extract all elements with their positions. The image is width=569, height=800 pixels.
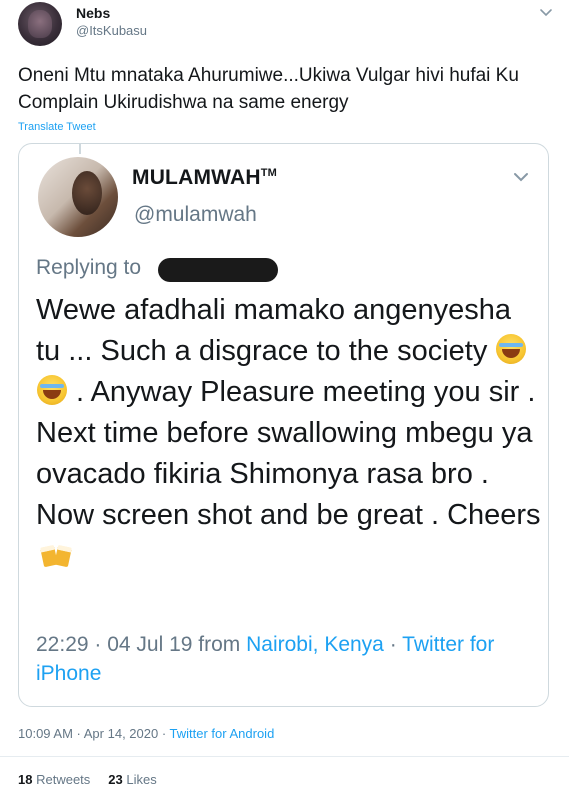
tweet-header: Nebs @ItsKubasu [18,2,558,46]
trademark-mark: TM [260,167,278,179]
quoted-tweet[interactable]: MULAMWAHTM @mulamwah Replying to Wewe af… [18,143,549,707]
tweet-card: Nebs @ItsKubasu Oneni Mtu mnataka Ahurum… [0,0,569,800]
author-name[interactable]: Nebs [76,5,110,21]
quoted-avatar[interactable] [38,157,118,237]
quoted-author-handle[interactable]: @mulamwah [134,203,257,227]
source-link[interactable]: Twitter for Android [170,726,275,741]
likes-label: Likes [126,772,157,787]
clinking-beer-mugs-emoji-icon [38,542,74,568]
likes-count: 23 [108,772,123,787]
tweet-meta: 10:09 AM · Apr 14, 2020 · Twitter for An… [18,726,274,741]
tweet-stats: 18 Retweets 23 Likes [18,772,157,787]
retweets-label: Retweets [36,772,91,787]
quoted-text-part2: . Anyway Pleasure meeting you sir . Next… [36,376,541,531]
quoted-text-part1: Wewe afadhali mamako angenyesha tu ... S… [36,294,512,367]
avatar[interactable] [18,2,62,46]
location-link[interactable]: Nairobi, Kenya [246,633,384,656]
quoted-author-name[interactable]: MULAMWAHTM [132,166,277,190]
retweets-count: 18 [18,772,33,787]
chevron-down-icon[interactable] [538,4,554,20]
divider [0,756,569,757]
chevron-down-icon[interactable] [510,166,532,194]
quoted-author-name-text: MULAMWAH [132,166,261,189]
tears-of-joy-emoji-icon [37,375,67,405]
replying-to-label: Replying to [36,256,142,279]
likes-stat[interactable]: 23 Likes [108,772,156,787]
translate-tweet-link[interactable]: Translate Tweet [18,121,96,133]
thread-line [79,144,81,154]
tweet-text: Oneni Mtu mnataka Ahurumiwe...Ukiwa Vulg… [18,65,519,113]
quoted-time: 22:29 · 04 Jul 19 from [36,633,247,656]
tears-of-joy-emoji-icon [496,334,527,364]
retweets-stat[interactable]: 18 Retweets [18,772,90,787]
author-handle[interactable]: @ItsKubasu [76,23,147,38]
timestamp[interactable]: 10:09 AM · Apr 14, 2020 · [18,726,170,741]
redacted-username [158,258,278,282]
meta-separator: · [383,633,403,656]
quoted-tweet-text: Wewe afadhali mamako angenyesha tu ... S… [36,290,541,577]
quoted-tweet-meta: 22:29 · 04 Jul 19 from Nairobi, Kenya · … [36,630,526,688]
